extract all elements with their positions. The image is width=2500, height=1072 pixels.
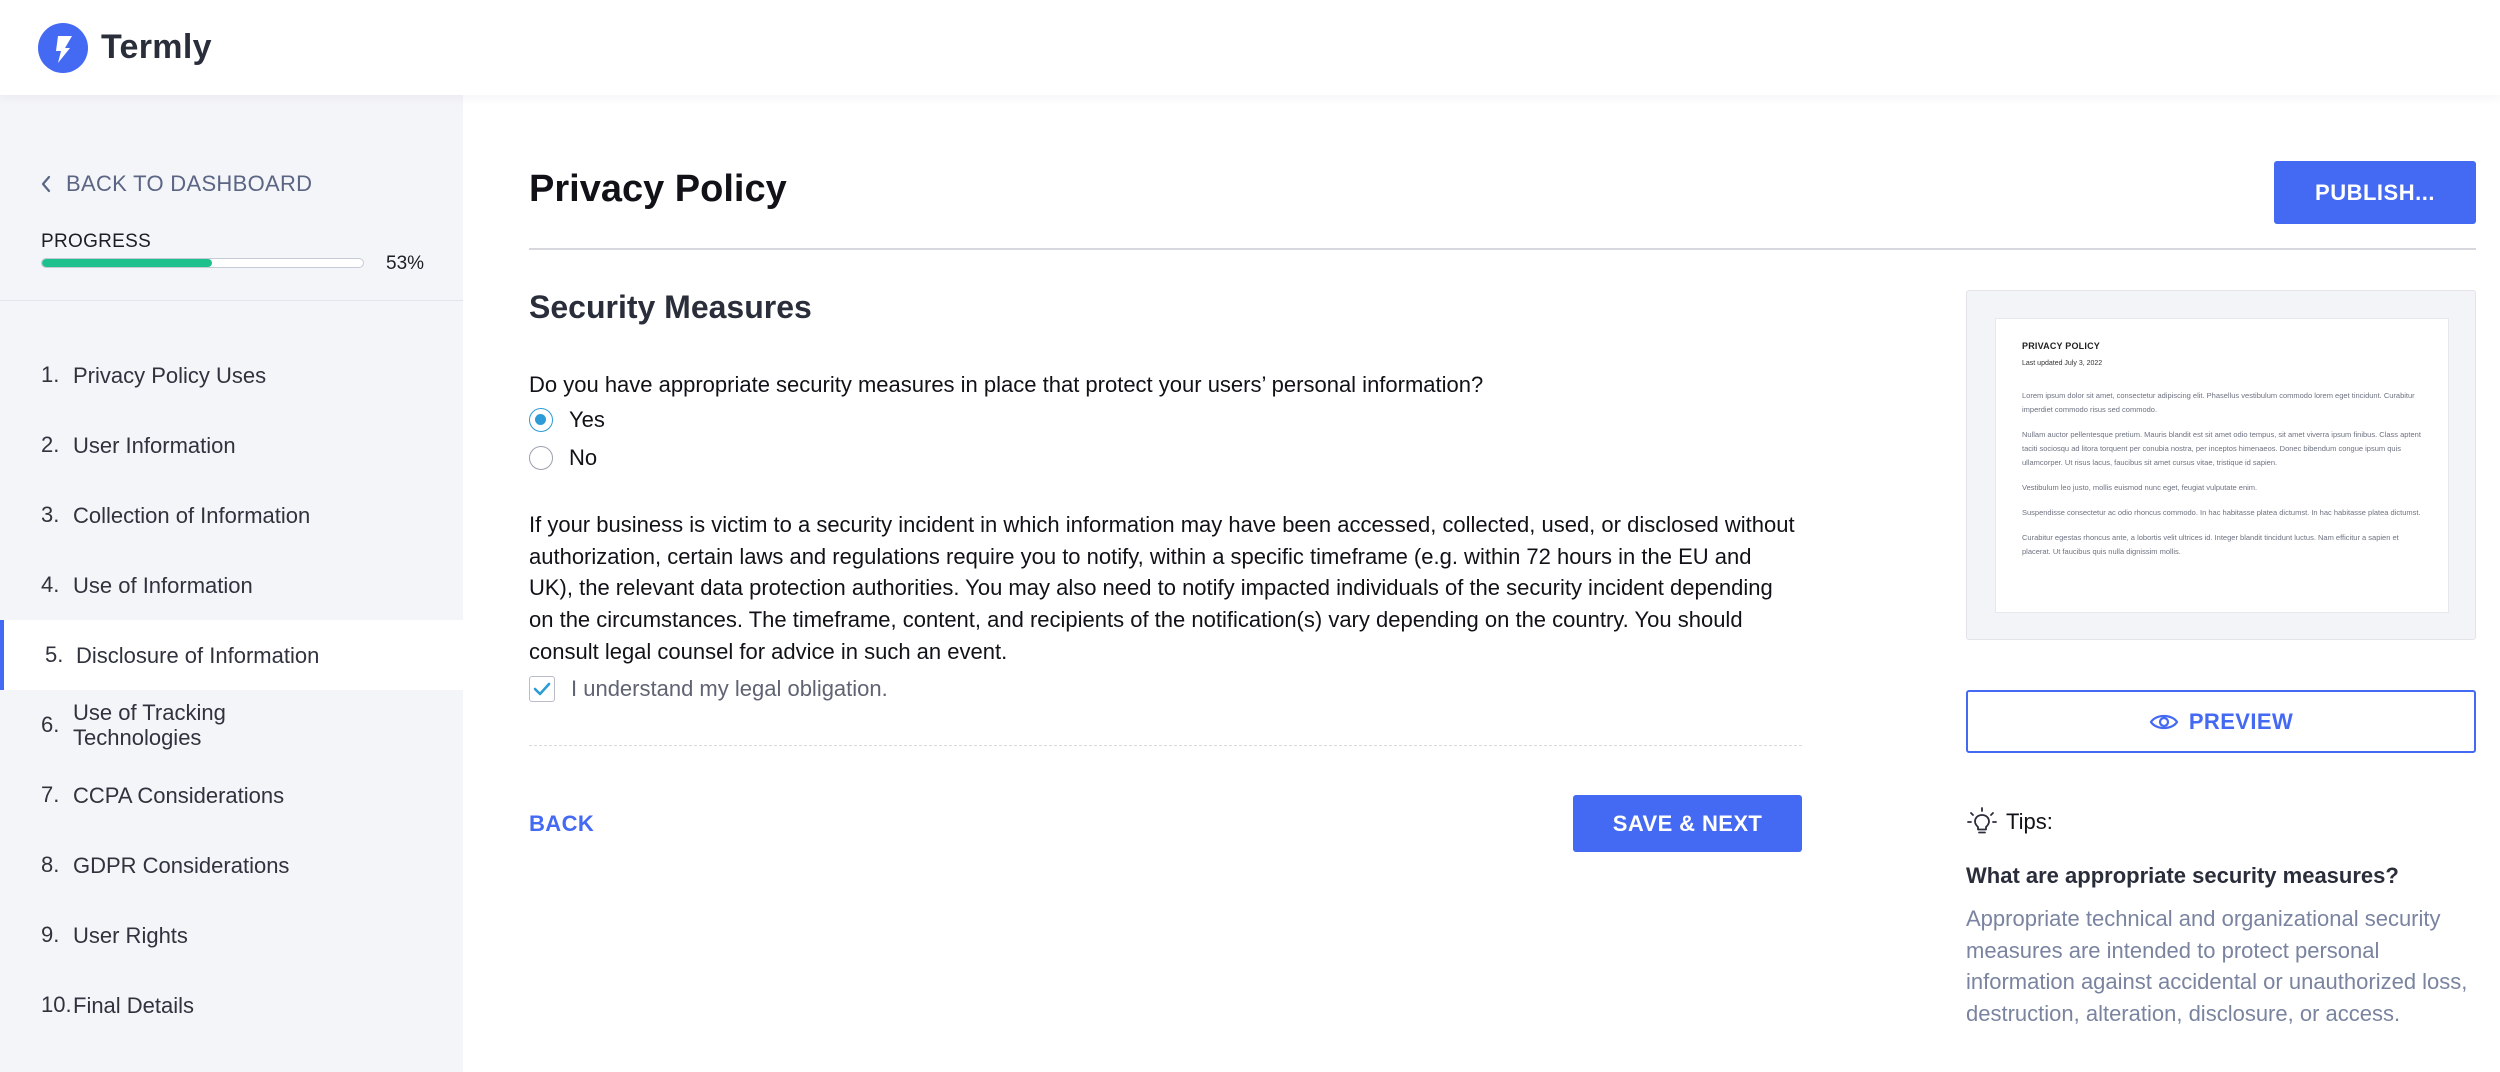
question-text: Do you have appropriate security measure… [529, 372, 1484, 397]
section-title: Security Measures [529, 289, 812, 325]
save-and-next-button[interactable]: SAVE & NEXT [1573, 795, 1802, 852]
step-number: 4. [41, 572, 60, 597]
step-nav: 1. Privacy Policy Uses 2. User Informati… [0, 340, 463, 1040]
sidebar-item-gdpr-considerations[interactable]: 8. GDPR Considerations [0, 830, 463, 900]
step-label: Disclosure of Information [76, 642, 320, 668]
step-number: 9. [41, 922, 60, 947]
publish-button[interactable]: PUBLISH... [2274, 161, 2476, 224]
back-button[interactable]: BACK [529, 811, 594, 837]
step-number: 10. [41, 992, 72, 1017]
progress-bar-fill [42, 259, 213, 267]
chevron-left-icon [41, 175, 51, 193]
sidebar-item-final-details[interactable]: 10. Final Details [0, 970, 463, 1040]
step-label: Use of Information [73, 572, 253, 598]
sidebar-item-collection-of-information[interactable]: 3. Collection of Information [0, 480, 463, 550]
radio-label-no: No [569, 445, 598, 470]
step-label: Final Details [73, 992, 195, 1018]
step-number: 3. [41, 502, 60, 527]
preview-button-label: PREVIEW [2188, 708, 2294, 734]
radio-button-no[interactable] [529, 446, 553, 470]
step-number: 1. [41, 362, 60, 387]
step-number: 5. [45, 642, 64, 667]
sidebar: BACK TO DASHBOARD PROGRESS 53% 1. Privac… [0, 95, 463, 1072]
radio-option-yes[interactable]: Yes [529, 407, 605, 433]
policy-preview-thumbnail[interactable]: PRIVACY POLICY Last updated July 3, 2022… [1966, 290, 2476, 640]
tips-answer: Appropriate technical and organizational… [1966, 906, 2468, 1027]
sidebar-item-disclosure-of-information[interactable]: 5. Disclosure of Information [0, 620, 463, 690]
preview-doc-paragraph: Curabitur egestas rhoncus ante, a lobort… [2022, 533, 2399, 556]
sidebar-item-user-information[interactable]: 2. User Information [0, 410, 463, 480]
step-number: 7. [41, 782, 60, 807]
radio-button-yes[interactable] [529, 408, 553, 432]
sidebar-item-use-of-information[interactable]: 4. Use of Information [0, 550, 463, 620]
preview-doc-title: PRIVACY POLICY [2022, 341, 2100, 351]
acknowledge-checkbox-row[interactable]: I understand my legal obligation. [529, 676, 888, 702]
progress-label: PROGRESS [41, 231, 152, 252]
preview-button[interactable]: PREVIEW [1966, 690, 2476, 753]
preview-doc-paragraph: Suspendisse consectetur ac odio rhoncus … [2022, 508, 2421, 517]
tips-question: What are appropriate security measures? [1966, 863, 2399, 888]
step-label: Use of Tracking Technologies [73, 700, 226, 750]
tips-heading-label: Tips: [2006, 809, 2053, 834]
progress-bar [41, 258, 364, 268]
radio-option-no[interactable]: No [529, 445, 597, 471]
preview-doc-paragraph: Lorem ipsum dolor sit amet, consectetur … [2022, 391, 2415, 414]
sidebar-item-use-of-tracking-technologies[interactable]: 6. Use of Tracking Technologies [0, 690, 463, 760]
progress-percent: 53% [386, 253, 425, 274]
lightbulb-icon [1967, 807, 1997, 834]
step-label: GDPR Considerations [73, 852, 290, 878]
preview-doc-date: Last updated July 3, 2022 [2022, 360, 2103, 367]
step-label: Collection of Information [73, 502, 311, 528]
step-number: 6. [41, 712, 60, 737]
form-divider [529, 745, 1802, 746]
app-name: Termly [101, 28, 212, 66]
termly-logo-icon [38, 22, 88, 73]
checkmark-icon [533, 682, 551, 696]
preview-doc-paragraph: Vestibulum leo justo, mollis euismod nun… [2022, 483, 2258, 492]
sidebar-item-ccpa-considerations[interactable]: 7. CCPA Considerations [0, 760, 463, 830]
logo[interactable]: Termly [38, 22, 212, 73]
step-label: User Information [73, 432, 236, 458]
eye-icon [2149, 714, 2179, 729]
preview-document-page: PRIVACY POLICY Last updated July 3, 2022… [1995, 318, 2449, 613]
page-title: Privacy Policy [529, 168, 787, 210]
top-bar: Termly [0, 0, 2500, 95]
tips-heading: Tips: [1966, 806, 2053, 838]
security-incident-paragraph: If your business is victim to a security… [529, 512, 1795, 664]
radio-label-yes: Yes [569, 407, 605, 432]
preview-doc-paragraph: Nullam auctor pellentesque pretium. Maur… [2022, 430, 2421, 467]
sidebar-divider [0, 300, 463, 301]
step-label: User Rights [73, 922, 188, 948]
back-to-dashboard-label: BACK TO DASHBOARD [66, 171, 313, 196]
back-to-dashboard-link[interactable]: BACK TO DASHBOARD [40, 171, 312, 197]
header-divider [529, 248, 2476, 250]
step-label: CCPA Considerations [73, 782, 285, 808]
sidebar-item-privacy-policy-uses[interactable]: 1. Privacy Policy Uses [0, 340, 463, 410]
step-number: 2. [41, 432, 60, 457]
step-number: 8. [41, 852, 60, 877]
sidebar-item-user-rights[interactable]: 9. User Rights [0, 900, 463, 970]
acknowledge-checkbox[interactable] [529, 676, 555, 702]
step-label: Privacy Policy Uses [73, 362, 267, 388]
acknowledge-label: I understand my legal obligation. [571, 676, 888, 701]
